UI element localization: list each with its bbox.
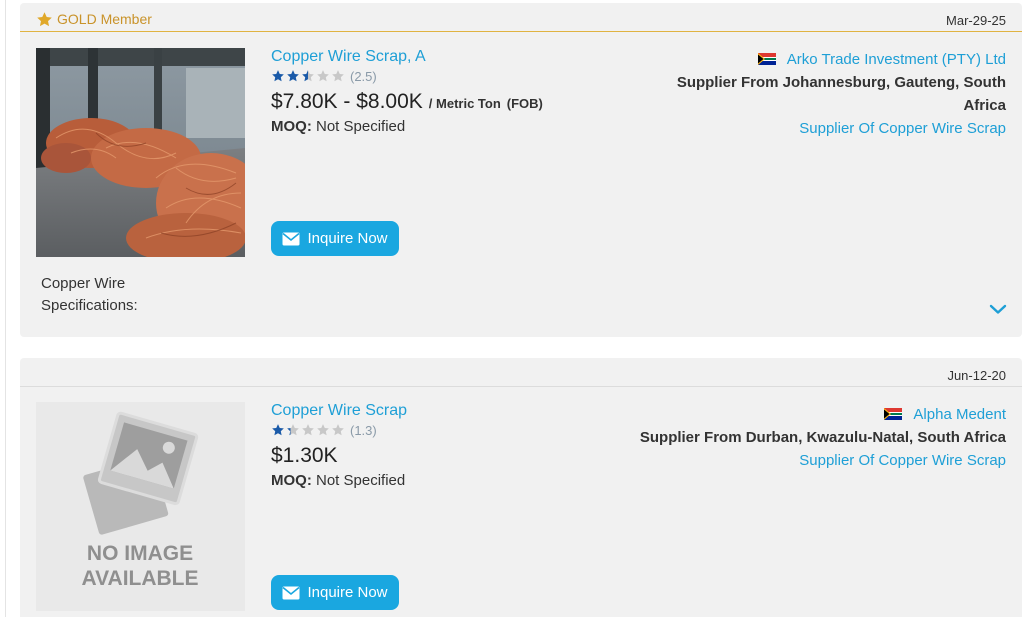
- rating-value: (2.5): [350, 68, 377, 84]
- south-africa-flag-icon: [757, 53, 776, 65]
- listing-card: GOLD Member Mar-29-25 Copper Wire Specif…: [20, 3, 1022, 337]
- price-terms: (FOB): [506, 96, 543, 111]
- rating-stars: [271, 423, 346, 437]
- supplier-name-line: Alpha Medent: [626, 404, 1006, 424]
- moq-value: Not Specified: [316, 472, 406, 489]
- supplier-location: Supplier From Durban, Kwazulu-Natal, Sou…: [639, 429, 1006, 446]
- star-empty-icon: [302, 424, 314, 436]
- product-image[interactable]: NO IMAGE AVAILABLE: [36, 402, 245, 611]
- star-empty-icon: [332, 424, 344, 436]
- product-info: Copper Wire Scrap, A (2.5) $7.80K - $8.0…: [271, 47, 543, 135]
- star-empty-icon: [332, 70, 344, 82]
- moq: MOQ: Not Specified: [271, 118, 543, 135]
- envelope-icon: [282, 586, 300, 599]
- expand-details-toggle[interactable]: [989, 303, 1007, 315]
- listing-header: Jun-12-20: [20, 358, 1022, 387]
- supplier-name-link[interactable]: Arko Trade Investment (PTY) Ltd: [787, 51, 1006, 68]
- copper-wire-photo: [36, 48, 245, 257]
- rating-value: (1.3): [350, 422, 377, 438]
- moq: MOQ: Not Specified: [271, 472, 407, 489]
- price-line: $1.30K: [271, 444, 407, 470]
- star-half-icon: [302, 70, 314, 82]
- gold-member-badge: GOLD Member: [36, 11, 152, 27]
- price: $7.80K - $8.00K: [271, 90, 423, 113]
- product-title-link[interactable]: Copper Wire Scrap: [271, 401, 407, 421]
- star-icon: [37, 11, 52, 26]
- product-info: Copper Wire Scrap (1.3) $1.30K MOQ: Not …: [271, 401, 407, 489]
- supplier-info: Alpha Medent Supplier From Durban, Kwazu…: [626, 404, 1006, 470]
- price: $1.30K: [271, 444, 338, 467]
- page-left-border: [5, 0, 6, 617]
- moq-value: Not Specified: [316, 118, 406, 135]
- listing-card: Jun-12-20 NO IMAGE AVAILABLE Copper Wire…: [20, 358, 1022, 617]
- south-africa-flag-icon: [884, 408, 903, 420]
- post-date: Jun-12-20: [947, 368, 1006, 383]
- inquire-now-button[interactable]: Inquire Now: [271, 575, 399, 610]
- price-unit: / Metric Ton: [428, 96, 501, 111]
- supplier-name-line: Arko Trade Investment (PTY) Ltd: [666, 49, 1006, 69]
- star-empty-icon: [317, 70, 329, 82]
- inquire-now-button[interactable]: Inquire Now: [271, 221, 399, 256]
- envelope-icon: [282, 232, 300, 245]
- price-line: $7.80K - $8.00K / Metric Ton (FOB): [271, 90, 543, 116]
- no-image-placeholder-icon: NO IMAGE AVAILABLE: [36, 402, 245, 611]
- listing-header: GOLD Member Mar-29-25: [20, 3, 1022, 32]
- star-empty-icon: [317, 424, 329, 436]
- no-image-line2: AVAILABLE: [81, 567, 198, 590]
- star-partial-icon: [287, 424, 299, 436]
- product-title-link[interactable]: Copper Wire Scrap, A: [271, 47, 543, 67]
- product-caption: Copper Wire Specifications:: [41, 275, 138, 314]
- chevron-down-icon: [989, 304, 1007, 314]
- moq-label: MOQ:: [271, 118, 312, 135]
- inquire-now-label: Inquire Now: [307, 584, 388, 601]
- supplier-location: Supplier From Johannesburg, Gauteng, Sou…: [676, 74, 1006, 114]
- rating-stars: [271, 69, 346, 83]
- rating: (2.5): [271, 67, 543, 85]
- supplier-category-link[interactable]: Supplier Of Copper Wire Scrap: [666, 120, 1006, 137]
- supplier-name-link[interactable]: Alpha Medent: [913, 406, 1006, 423]
- supplier-category-link[interactable]: Supplier Of Copper Wire Scrap: [626, 452, 1006, 469]
- supplier-info: Arko Trade Investment (PTY) Ltd Supplier…: [666, 49, 1006, 138]
- product-image[interactable]: [36, 48, 245, 257]
- inquire-now-label: Inquire Now: [307, 230, 388, 247]
- star-filled-icon: [272, 70, 284, 82]
- post-date: Mar-29-25: [946, 13, 1006, 28]
- member-label: GOLD Member: [57, 11, 152, 27]
- star-filled-icon: [272, 424, 284, 436]
- no-image-line1: NO IMAGE: [87, 542, 193, 565]
- moq-label: MOQ:: [271, 472, 312, 489]
- rating: (1.3): [271, 421, 407, 439]
- star-filled-icon: [287, 70, 299, 82]
